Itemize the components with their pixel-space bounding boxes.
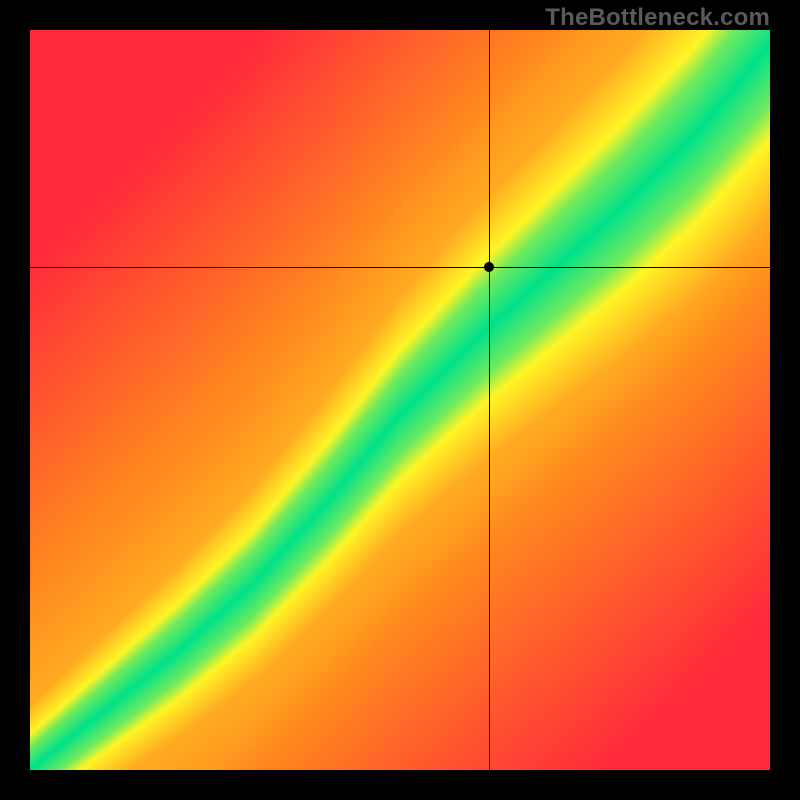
watermark-text: TheBottleneck.com	[545, 4, 770, 32]
bottleneck-heatmap	[30, 30, 770, 770]
selected-point-marker	[484, 262, 494, 272]
crosshair-vertical	[489, 30, 490, 770]
crosshair-horizontal	[30, 267, 770, 268]
